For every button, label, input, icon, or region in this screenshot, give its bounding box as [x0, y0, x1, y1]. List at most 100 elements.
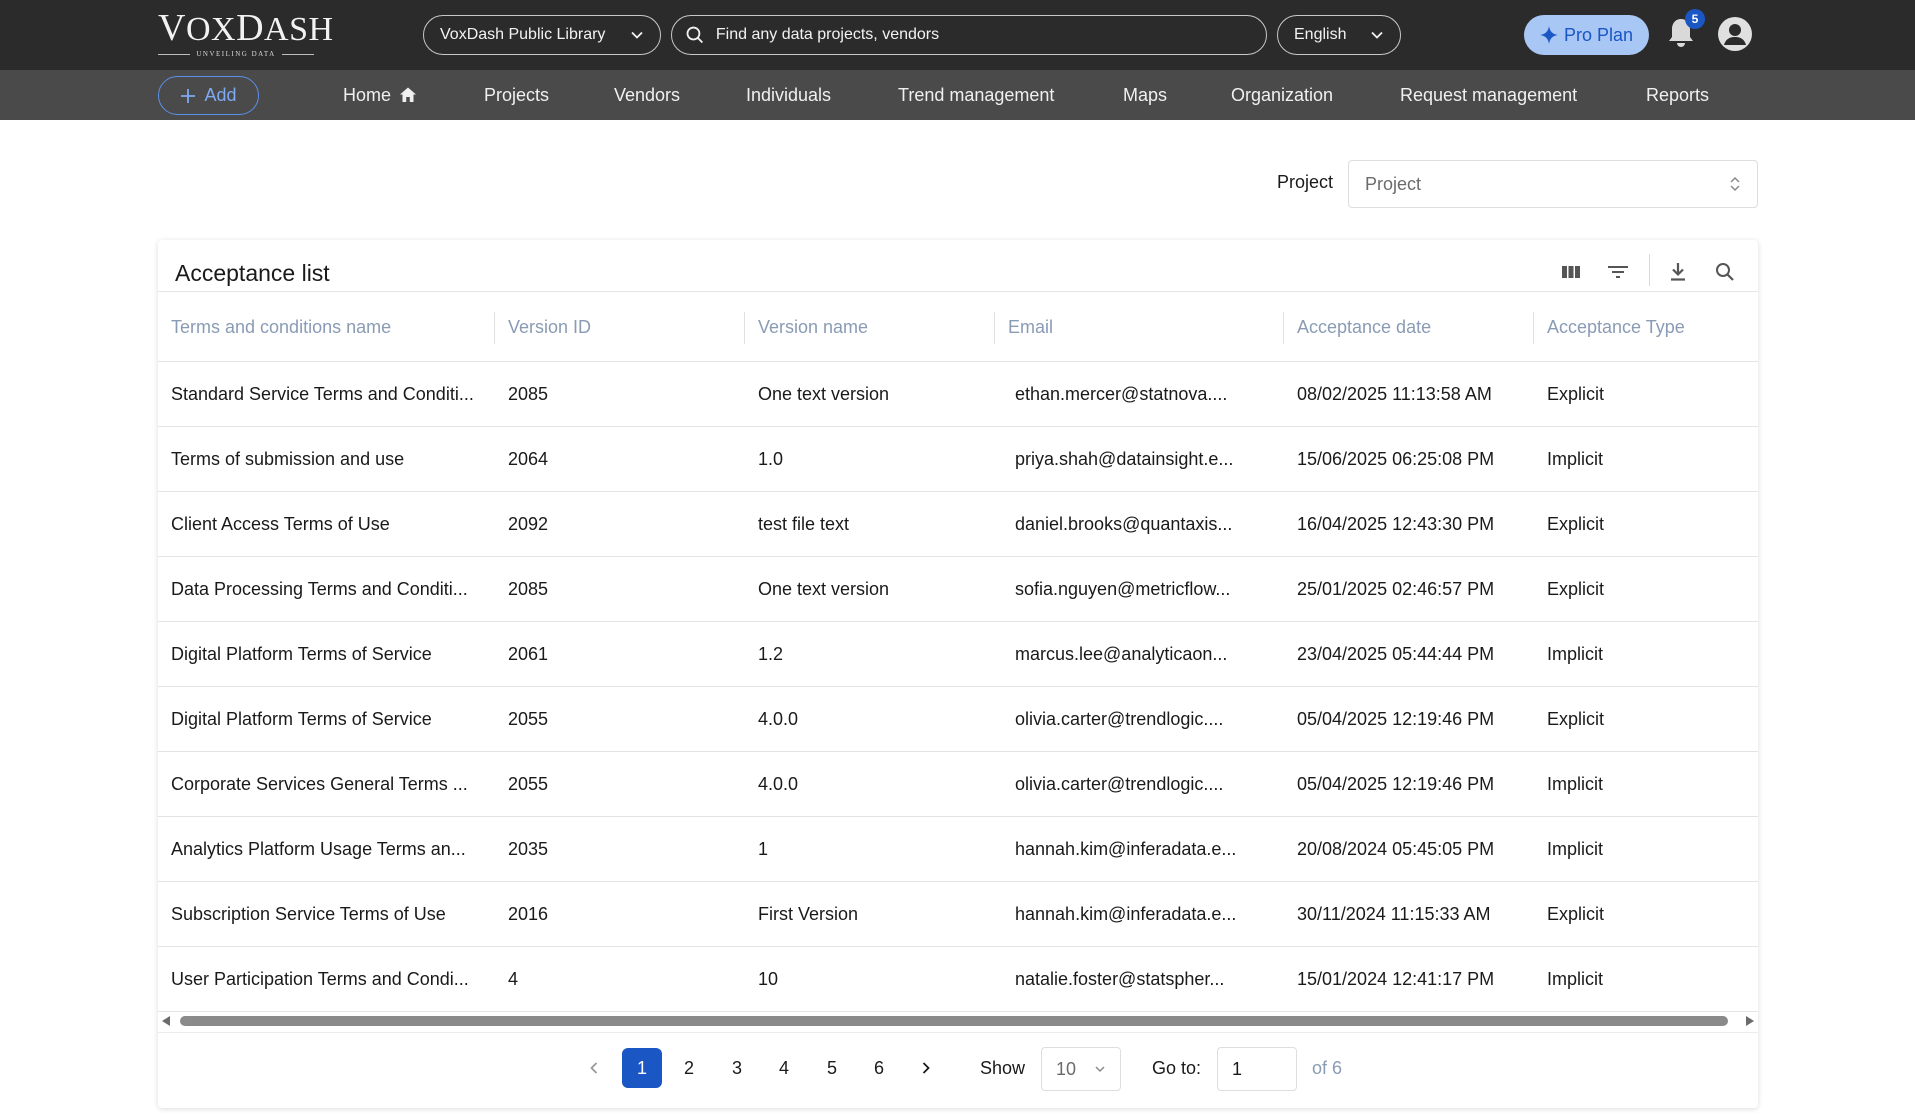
- nav-item-reports[interactable]: Reports: [1646, 70, 1709, 120]
- cell-acceptance-date: 08/02/2025 11:13:58 AM: [1297, 384, 1492, 404]
- cell-terms-name: Subscription Service Terms of Use: [171, 904, 446, 924]
- cell-email: olivia.carter@trendlogic....: [1015, 709, 1224, 729]
- scrollbar-thumb[interactable]: [180, 1016, 1728, 1026]
- filter-icon[interactable]: [1604, 258, 1632, 286]
- global-search[interactable]: [671, 15, 1267, 55]
- cell-version-id: 2035: [508, 839, 549, 859]
- nav-item-vendors[interactable]: Vendors: [614, 70, 680, 120]
- cell-acceptance-date: 30/11/2024 11:15:33 AM: [1297, 904, 1491, 924]
- nav-item-trend-management[interactable]: Trend management: [898, 70, 1054, 120]
- cell-version-id: 2085: [508, 579, 549, 599]
- chevron-left-icon: [590, 1062, 598, 1074]
- scroll-right-arrow-icon[interactable]: [1746, 1016, 1754, 1026]
- page-button-6[interactable]: 6: [859, 1048, 899, 1088]
- project-select[interactable]: Project: [1348, 160, 1758, 208]
- cell-acceptance-type: Implicit: [1547, 449, 1604, 469]
- plus-icon: [181, 88, 196, 103]
- cell-version-id: 2092: [508, 514, 549, 534]
- language-select[interactable]: English: [1277, 15, 1401, 55]
- card-title: Acceptance list: [175, 260, 330, 286]
- next-page-button[interactable]: [911, 1048, 941, 1088]
- column-header-version-id[interactable]: Version ID: [508, 292, 591, 362]
- table-row[interactable]: Subscription Service Terms of Use 2016 F…: [158, 882, 1758, 947]
- table-row[interactable]: Corporate Services General Terms ... 205…: [158, 752, 1758, 817]
- nav-item-home[interactable]: Home: [343, 70, 417, 120]
- column-header-acceptance-type[interactable]: Acceptance Type: [1547, 292, 1685, 362]
- nav-item-individuals[interactable]: Individuals: [746, 70, 831, 120]
- nav-item-maps[interactable]: Maps: [1123, 70, 1167, 120]
- project-filter-label: Project: [1277, 172, 1334, 192]
- cell-acceptance-date: 16/04/2025 12:43:30 PM: [1297, 514, 1495, 534]
- nav-item-request-management[interactable]: Request management: [1400, 70, 1577, 120]
- table-row[interactable]: Standard Service Terms and Conditi... 20…: [158, 362, 1758, 427]
- table-row[interactable]: Client Access Terms of Use 2092 test fil…: [158, 492, 1758, 557]
- chevron-up-down-icon: [1730, 176, 1740, 192]
- nav-item-organization[interactable]: Organization: [1231, 70, 1333, 120]
- cell-terms-name: Corporate Services General Terms ...: [171, 774, 468, 794]
- cell-terms-name: Digital Platform Terms of Service: [171, 644, 432, 664]
- page-button-1[interactable]: 1: [622, 1048, 662, 1088]
- table-row[interactable]: Digital Platform Terms of Service 2061 1…: [158, 622, 1758, 687]
- column-header-acceptance-date[interactable]: Acceptance date: [1297, 292, 1431, 362]
- table-search-icon[interactable]: [1711, 258, 1739, 286]
- add-button[interactable]: Add: [158, 76, 259, 115]
- pro-plan-label: Pro Plan: [1563, 24, 1634, 45]
- table-row[interactable]: Digital Platform Terms of Service 2055 4…: [158, 687, 1758, 752]
- cell-acceptance-type: Implicit: [1547, 644, 1604, 664]
- cell-acceptance-date: 23/04/2025 05:44:44 PM: [1297, 644, 1495, 664]
- sparkle-icon: [1539, 26, 1558, 44]
- goto-page-input[interactable]: [1217, 1047, 1297, 1091]
- page-button-2[interactable]: 2: [669, 1048, 709, 1088]
- cell-acceptance-type: Implicit: [1547, 969, 1604, 989]
- acceptance-list-card: Acceptance list Terms and conditions nam…: [158, 240, 1758, 1108]
- page-button-4[interactable]: 4: [764, 1048, 804, 1088]
- table-row[interactable]: Analytics Platform Usage Terms an... 203…: [158, 817, 1758, 882]
- page-button-3[interactable]: 3: [717, 1048, 757, 1088]
- column-header-terms-name[interactable]: Terms and conditions name: [171, 292, 391, 362]
- chevron-right-icon: [922, 1062, 930, 1074]
- library-select[interactable]: VoxDash Public Library: [423, 15, 661, 55]
- table-row[interactable]: Terms of submission and use 2064 1.0 pri…: [158, 427, 1758, 492]
- horizontal-scrollbar[interactable]: [162, 1013, 1754, 1029]
- prev-page-button[interactable]: [579, 1048, 609, 1088]
- cell-acceptance-date: 05/04/2025 12:19:46 PM: [1297, 709, 1495, 729]
- main-nav: Add Home Projects Vendors Individuals Tr…: [0, 70, 1915, 120]
- cell-acceptance-type: Explicit: [1547, 514, 1605, 534]
- page-button-5[interactable]: 5: [812, 1048, 852, 1088]
- user-avatar-icon[interactable]: [1717, 16, 1753, 52]
- home-icon: [400, 87, 417, 102]
- cell-email: daniel.brooks@quantaxis...: [1015, 514, 1233, 534]
- chevron-down-icon: [1371, 31, 1383, 39]
- search-input[interactable]: [715, 26, 1252, 44]
- cell-terms-name: Analytics Platform Usage Terms an...: [171, 839, 466, 859]
- column-header-version-name[interactable]: Version name: [758, 292, 868, 362]
- cell-email: natalie.foster@statspher...: [1015, 969, 1225, 989]
- table-body: Standard Service Terms and Conditi... 20…: [158, 362, 1758, 1012]
- cell-version-name: 4.0.0: [758, 774, 799, 794]
- cell-acceptance-date: 15/01/2024 12:41:17 PM: [1297, 969, 1495, 989]
- toolbar-divider: [1649, 254, 1650, 286]
- cell-email: sofia.nguyen@metricflow...: [1015, 579, 1231, 599]
- cell-acceptance-type: Implicit: [1547, 839, 1604, 859]
- cell-version-name: First Version: [758, 904, 859, 924]
- cell-acceptance-type: Explicit: [1547, 904, 1605, 924]
- page-size-select[interactable]: 10: [1041, 1047, 1121, 1091]
- cell-version-id: 2061: [508, 644, 549, 664]
- cell-email: priya.shah@datainsight.e...: [1015, 449, 1234, 469]
- column-header-email[interactable]: Email: [1008, 292, 1053, 362]
- table-row[interactable]: User Participation Terms and Condi... 4 …: [158, 947, 1758, 1012]
- table-header: Terms and conditions name Version ID Ver…: [158, 292, 1758, 362]
- language-select-value: English: [1294, 26, 1347, 43]
- chevron-down-icon: [631, 31, 643, 39]
- columns-icon[interactable]: [1557, 258, 1585, 286]
- download-icon[interactable]: [1664, 258, 1692, 286]
- cell-acceptance-date: 25/01/2025 02:46:57 PM: [1297, 579, 1495, 599]
- voxdash-logo[interactable]: VOXDASH UNVEILING DATA: [158, 8, 333, 58]
- table-row[interactable]: Data Processing Terms and Conditi... 208…: [158, 557, 1758, 622]
- scroll-left-arrow-icon[interactable]: [162, 1016, 170, 1026]
- cell-terms-name: Standard Service Terms and Conditi...: [171, 384, 474, 404]
- cell-version-id: 2055: [508, 774, 549, 794]
- nav-item-projects[interactable]: Projects: [484, 70, 549, 120]
- pro-plan-button[interactable]: Pro Plan: [1524, 15, 1649, 55]
- search-icon: [686, 26, 704, 44]
